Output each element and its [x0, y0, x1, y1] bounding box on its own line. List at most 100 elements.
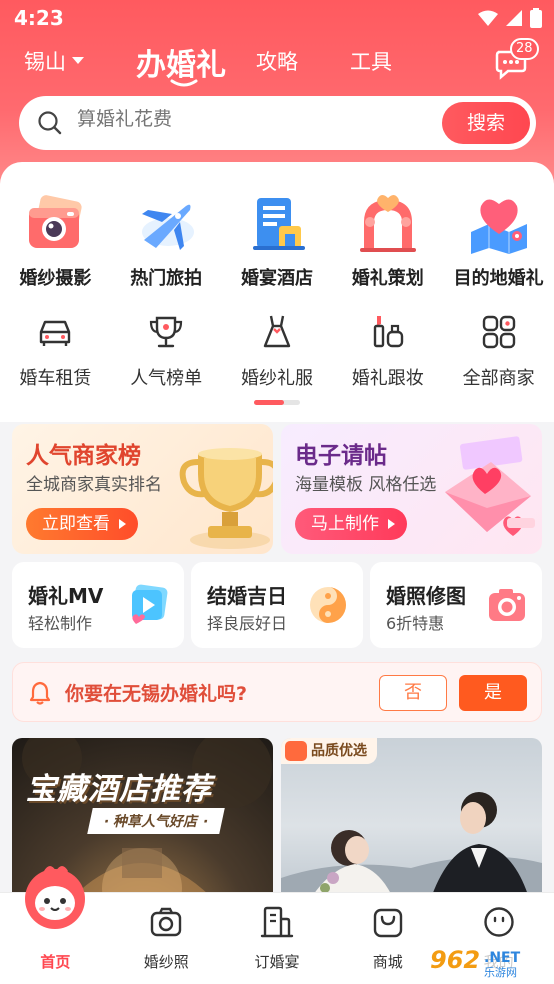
promo-button[interactable]: 立即查看 — [26, 508, 138, 540]
hotel-icon — [252, 198, 305, 250]
category-label: 婚纱摄影 — [19, 268, 92, 289]
car-icon — [40, 320, 71, 346]
category-label: 目的地婚礼 — [453, 268, 544, 289]
category-makeup[interactable]: 婚礼跟妆 — [332, 312, 443, 390]
message-badge: 28 — [510, 38, 539, 60]
search-bar: 搜索 — [19, 96, 536, 150]
category-wedding-photo[interactable]: 婚纱摄影 — [0, 192, 111, 290]
svg-text:.NET: .NET — [484, 950, 521, 966]
promo-card-invitation[interactable]: 电子请帖 海量模板 风格任选 马上制作 — [281, 424, 542, 554]
video-play-icon — [132, 584, 168, 624]
status-bar: 4:23 — [0, 0, 554, 36]
tab-tools[interactable]: 工具 — [350, 46, 392, 76]
battery-icon — [530, 8, 542, 28]
smile-icon — [483, 907, 514, 937]
tab-active-indicator — [170, 79, 198, 87]
chevron-down-icon — [72, 57, 84, 64]
wedding-city-prompt: 你要在无锡办婚礼吗? 否 是 — [12, 662, 542, 722]
feed-tag: · 种草人气好店 · — [87, 808, 226, 834]
category-label: 婚车租赁 — [19, 368, 92, 389]
category-label: 热门旅拍 — [130, 268, 203, 289]
tool-card-auspicious-day[interactable]: 结婚吉日 择良辰好日 — [191, 562, 363, 648]
nav-label: 婚纱照 — [143, 953, 189, 971]
tool-title: 婚礼MV — [28, 584, 104, 608]
promo-subtitle: 海量模板 风格任选 — [295, 475, 437, 495]
category-label: 婚纱礼服 — [240, 368, 313, 389]
yin-yang-icon — [310, 587, 346, 623]
promo-button[interactable]: 马上制作 — [295, 508, 407, 540]
status-time: 4:23 — [14, 6, 64, 30]
tool-title: 婚照修图 — [386, 584, 466, 608]
category-page-indicator — [254, 400, 300, 405]
search-input[interactable] — [77, 108, 377, 130]
city-selector[interactable]: 锡山 — [24, 46, 84, 76]
bell-icon — [29, 681, 51, 705]
search-button[interactable]: 搜索 — [442, 102, 530, 144]
search-icon — [38, 111, 62, 135]
nav-banquet[interactable]: 订婚宴 — [222, 893, 333, 984]
makeup-icon — [373, 316, 403, 348]
tool-card-wedding-mv[interactable]: 婚礼MV 轻松制作 — [12, 562, 184, 648]
signal-icon — [506, 10, 522, 26]
svg-text:乐游网: 乐游网 — [484, 966, 517, 979]
camera-icon — [29, 195, 82, 248]
gold-trophy-icon — [179, 448, 273, 549]
wedding-arch-icon — [359, 195, 416, 252]
category-wedding-dress[interactable]: 婚纱礼服 — [222, 312, 333, 390]
camera-outline-icon — [150, 907, 182, 937]
grid-icon — [482, 315, 515, 349]
category-label: 婚礼跟妆 — [351, 368, 424, 389]
site-watermark-logo: 962 .NET 乐游网 — [422, 942, 548, 979]
category-ranking[interactable]: 人气榜单 — [111, 312, 222, 390]
category-all-merchants[interactable]: 全部商家 — [443, 312, 554, 390]
prompt-yes-button[interactable]: 是 — [459, 675, 527, 711]
tool-subtitle: 6折特惠 — [386, 614, 445, 633]
message-button[interactable]: 28 — [494, 38, 539, 80]
feed-title: 宝藏酒店推荐 — [26, 772, 212, 807]
category-label: 人气榜单 — [130, 368, 203, 389]
promo-title: 电子请帖 — [295, 443, 387, 469]
wifi-icon — [478, 10, 498, 26]
nav-label: 商城 — [372, 953, 403, 971]
tool-title: 结婚吉日 — [207, 584, 287, 608]
tab-wedding[interactable]: 办婚礼 — [136, 40, 226, 84]
category-label: 全部商家 — [462, 368, 535, 389]
category-row-secondary: 婚车租赁 人气榜单 婚纱礼服 婚礼跟妆 全部商家 — [0, 312, 554, 390]
tool-card-photo-retouch[interactable]: 婚照修图 6折特惠 — [370, 562, 542, 648]
promo-title: 人气商家榜 — [26, 443, 141, 469]
category-row-primary: 婚纱摄影 热门旅拍 婚宴酒店 婚礼策划 目的地婚礼 — [0, 192, 554, 290]
quality-badge-label: 品质优选 — [311, 743, 367, 759]
tab-guide[interactable]: 攻略 — [256, 46, 298, 76]
tool-subtitle: 择良辰好日 — [207, 614, 288, 633]
promo-card-ranking[interactable]: 人气商家榜 全城商家真实排名 立即查看 — [12, 424, 273, 554]
status-icons — [478, 8, 542, 28]
tool-subtitle: 轻松制作 — [28, 614, 93, 633]
svg-text:962: 962 — [430, 946, 480, 974]
feed-card-quality-pick[interactable]: 品质优选 — [281, 738, 542, 898]
city-label: 锡山 — [24, 50, 66, 74]
nav-wedding-photo[interactable]: 婚纱照 — [111, 893, 222, 984]
promo-subtitle: 全城商家真实排名 — [26, 475, 162, 495]
heart-map-icon — [470, 199, 527, 254]
bag-icon — [373, 908, 402, 938]
category-planning[interactable]: 婚礼策划 — [332, 192, 443, 290]
quality-badge: 品质优选 — [281, 738, 377, 764]
category-label: 婚宴酒店 — [240, 268, 313, 289]
category-car-rental[interactable]: 婚车租赁 — [0, 312, 111, 390]
nav-label: 订婚宴 — [254, 953, 300, 971]
airplane-icon — [142, 204, 195, 250]
building-icon — [260, 906, 294, 938]
category-travel-photo[interactable]: 热门旅拍 — [111, 192, 222, 290]
category-destination-wedding[interactable]: 目的地婚礼 — [443, 192, 554, 290]
dress-icon — [263, 315, 291, 348]
category-hotel[interactable]: 婚宴酒店 — [222, 192, 333, 290]
category-label: 婚礼策划 — [351, 268, 424, 289]
nav-home[interactable]: 首页 — [0, 866, 111, 984]
top-navigation: 锡山 办婚礼 攻略 工具 28 — [0, 36, 554, 87]
prompt-no-button[interactable]: 否 — [379, 675, 447, 711]
prompt-question: 你要在无锡办婚礼吗? — [65, 683, 248, 705]
star-icon — [285, 741, 307, 761]
home-mascot-icon — [25, 866, 85, 929]
nav-label: 首页 — [40, 953, 71, 971]
love-envelope-icon — [445, 436, 535, 536]
